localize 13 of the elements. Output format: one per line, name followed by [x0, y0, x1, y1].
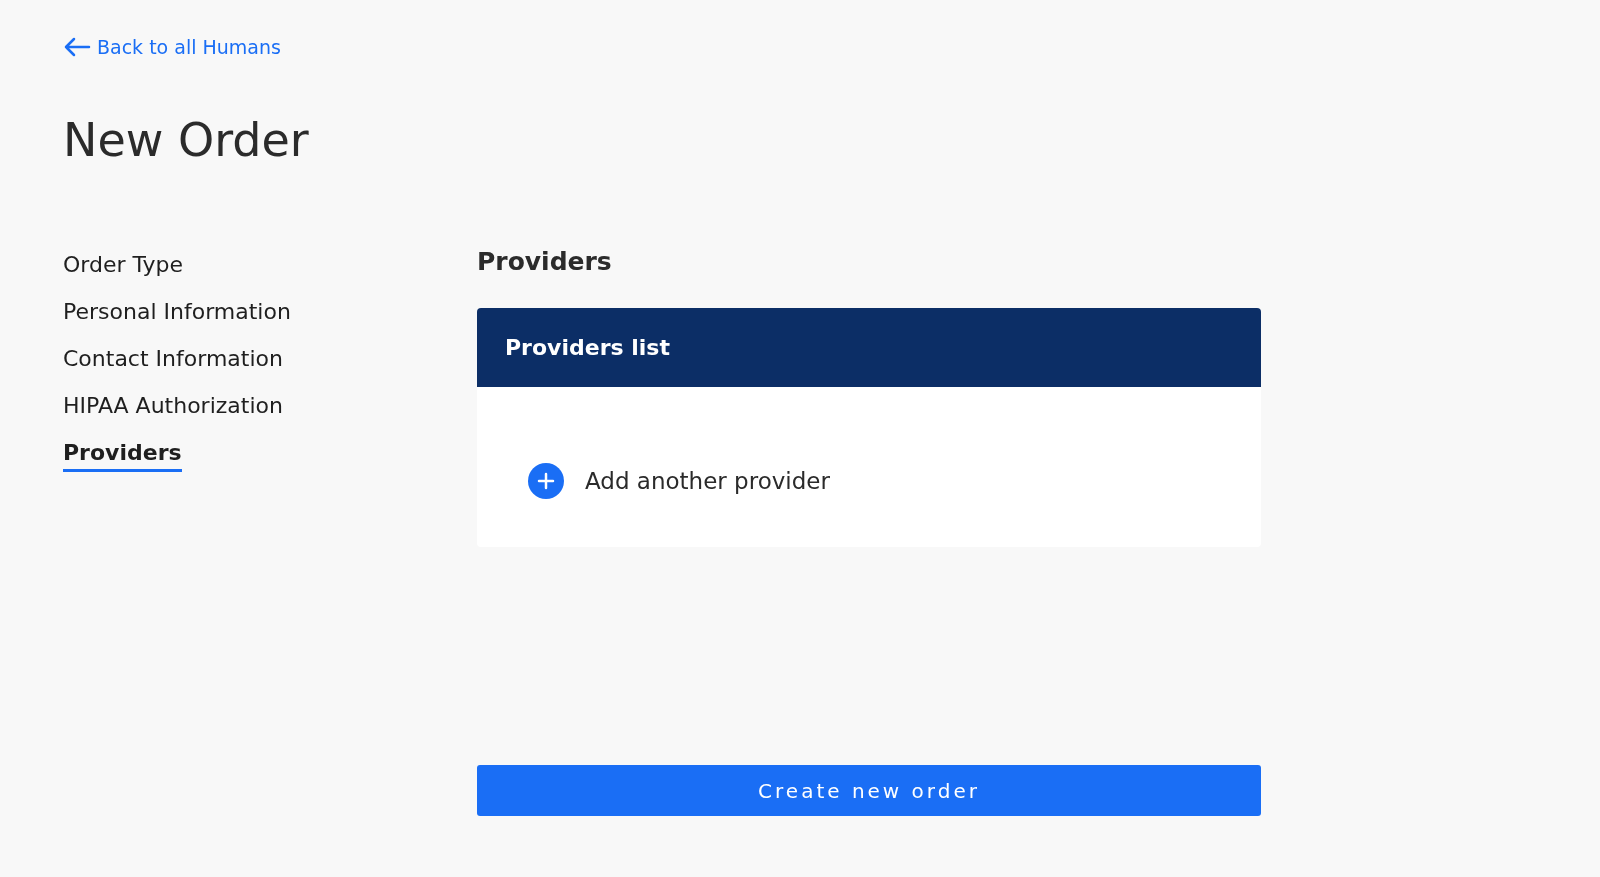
- step-link[interactable]: HIPAA Authorization: [63, 393, 283, 418]
- add-provider-button[interactable]: Add another provider: [527, 462, 830, 500]
- back-link[interactable]: Back to all Humans: [63, 36, 281, 58]
- step-link[interactable]: Contact Information: [63, 346, 283, 371]
- plus-icon: [527, 462, 565, 500]
- step-link[interactable]: Personal Information: [63, 299, 291, 324]
- page-title: New Order: [63, 113, 310, 167]
- arrow-left-icon: [63, 37, 91, 57]
- step-link[interactable]: Providers: [63, 440, 182, 472]
- step-link[interactable]: Order Type: [63, 252, 184, 277]
- card-title: Providers list: [505, 335, 670, 360]
- section-heading: Providers: [477, 247, 613, 276]
- create-order-button[interactable]: Create new order: [477, 765, 1261, 816]
